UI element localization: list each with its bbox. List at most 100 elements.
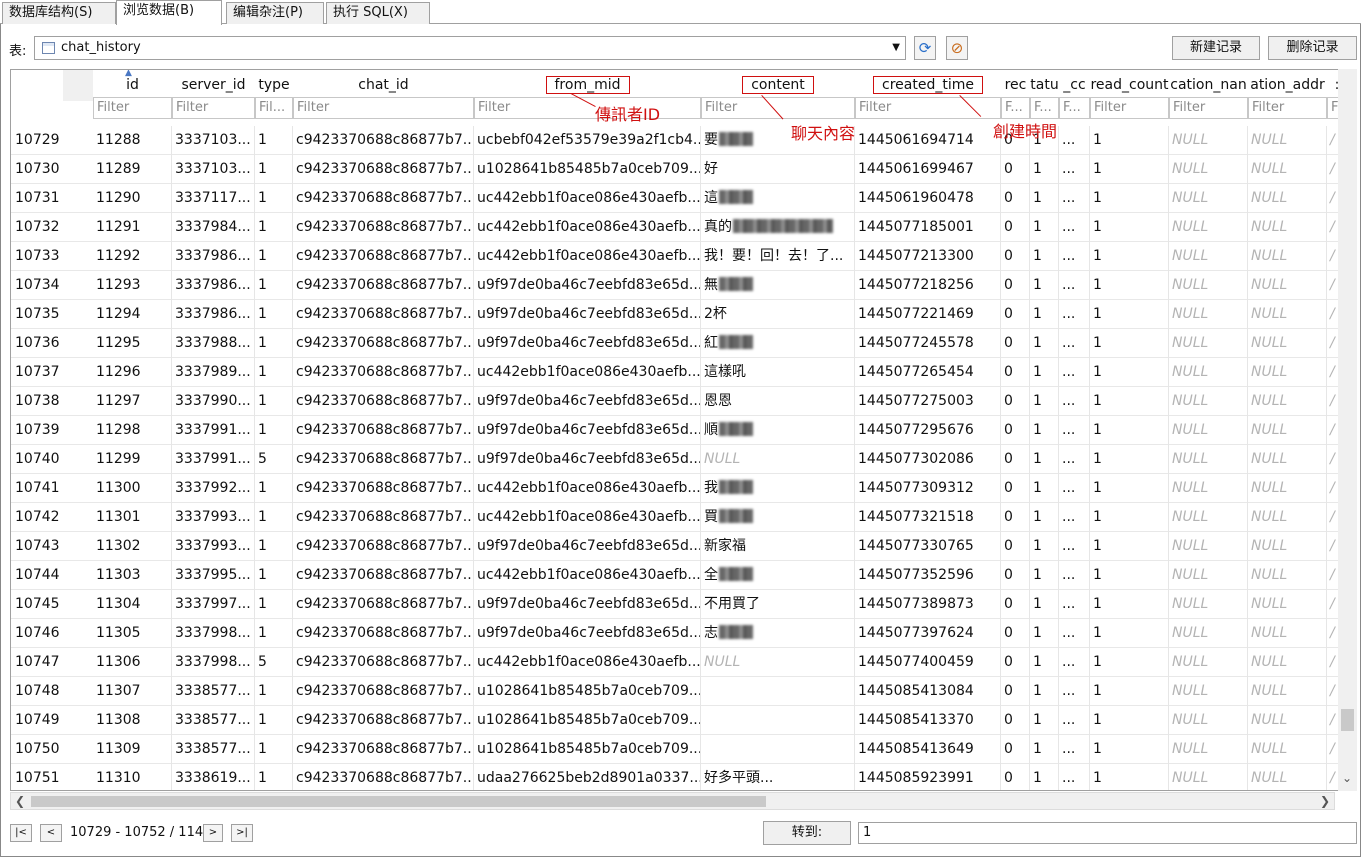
table-cell[interactable]: 0 <box>1001 300 1030 329</box>
table-cell[interactable]: c9423370688c86877b7... <box>293 590 474 619</box>
table-cell[interactable]: NULL <box>1248 329 1327 358</box>
horizontal-scrollbar[interactable]: ❮ ❯ <box>10 792 1335 810</box>
table-row[interactable]: 10745 11304 3337997... 1 c9423370688c86877b7… <box>11 590 1356 619</box>
table-cell[interactable]: 恩恩 <box>701 387 855 416</box>
table-cell[interactable]: 1 <box>1030 329 1059 358</box>
table-cell[interactable]: 3337995... <box>172 561 255 590</box>
table-cell[interactable]: NULL <box>1169 590 1248 619</box>
column-header-9[interactable]: _cc <box>1059 70 1090 95</box>
table-cell[interactable]: 11290 <box>93 184 172 213</box>
table-cell[interactable]: c9423370688c86877b7... <box>293 735 474 764</box>
table-cell[interactable]: NULL <box>1248 677 1327 706</box>
horizontal-scroll-thumb[interactable] <box>31 796 766 807</box>
table-cell[interactable]: 1445077309312 <box>855 474 1001 503</box>
table-cell[interactable]: 1 <box>1030 474 1059 503</box>
table-row[interactable]: 10737 11296 3337989... 1 c9423370688c86877b7… <box>11 358 1356 387</box>
table-cell[interactable]: 1 <box>1090 271 1169 300</box>
table-cell[interactable]: 5 <box>255 445 293 474</box>
table-cell[interactable]: 11303 <box>93 561 172 590</box>
filter-input-9[interactable]: F... <box>1059 97 1090 119</box>
filter-input-1[interactable]: Filter <box>172 97 255 119</box>
scroll-left-icon[interactable]: ❮ <box>15 793 25 809</box>
table-cell[interactable]: 3337991... <box>172 445 255 474</box>
table-cell[interactable]: c9423370688c86877b7... <box>293 619 474 648</box>
table-row[interactable]: 10734 11293 3337986... 1 c9423370688c86877b7… <box>11 271 1356 300</box>
table-row[interactable]: 10740 11299 3337991... 5 c9423370688c86877b7… <box>11 445 1356 474</box>
table-cell[interactable]: 1 <box>1090 619 1169 648</box>
table-cell[interactable]: 3337103... <box>172 155 255 184</box>
table-cell[interactable]: 我！要！回！去！了... <box>701 242 855 271</box>
table-cell[interactable]: 1445077245578 <box>855 329 1001 358</box>
column-header-1[interactable]: server_id <box>172 70 255 95</box>
table-cell[interactable]: 11309 <box>93 735 172 764</box>
filter-input-3[interactable]: Filter <box>293 97 474 119</box>
table-cell[interactable]: NULL <box>1248 155 1327 184</box>
table-cell[interactable]: ... <box>1059 474 1090 503</box>
table-cell[interactable]: u9f97de0ba46c7eebfd83e65d... <box>474 445 701 474</box>
table-cell[interactable]: u9f97de0ba46c7eebfd83e65d... <box>474 329 701 358</box>
table-cell[interactable]: 1445077221469 <box>855 300 1001 329</box>
table-cell[interactable]: 11306 <box>93 648 172 677</box>
table-cell[interactable]: 1 <box>1090 706 1169 735</box>
table-cell[interactable]: 1 <box>1090 503 1169 532</box>
table-cell[interactable]: 1 <box>255 271 293 300</box>
table-cell[interactable]: ... <box>1059 329 1090 358</box>
table-cell[interactable]: NULL <box>1248 735 1327 764</box>
table-cell[interactable]: NULL <box>1169 242 1248 271</box>
table-cell[interactable]: 買 <box>701 503 855 532</box>
filter-input-2[interactable]: Fil... <box>255 97 293 119</box>
table-cell[interactable]: uc442ebb1f0ace086e430aefb... <box>474 358 701 387</box>
table-cell[interactable]: 1 <box>1030 358 1059 387</box>
table-cell[interactable]: 0 <box>1001 184 1030 213</box>
table-cell[interactable]: 1445077389873 <box>855 590 1001 619</box>
table-cell[interactable]: uc442ebb1f0ace086e430aefb... <box>474 474 701 503</box>
filter-input-8[interactable]: F... <box>1030 97 1059 119</box>
filter-input-12[interactable]: Filter <box>1248 97 1327 119</box>
table-cell[interactable]: 1 <box>1030 184 1059 213</box>
table-cell[interactable]: 1 <box>1090 184 1169 213</box>
table-cell[interactable]: 3337986... <box>172 271 255 300</box>
table-cell[interactable]: u9f97de0ba46c7eebfd83e65d... <box>474 532 701 561</box>
table-cell[interactable]: 紅 <box>701 329 855 358</box>
table-cell[interactable]: c9423370688c86877b7... <box>293 503 474 532</box>
table-cell[interactable]: NULL <box>1248 300 1327 329</box>
goto-input[interactable]: 1 <box>858 822 1357 844</box>
table-cell[interactable]: 1 <box>255 619 293 648</box>
table-cell[interactable]: 1 <box>1030 764 1059 790</box>
table-cell[interactable]: c9423370688c86877b7... <box>293 474 474 503</box>
table-cell[interactable]: 1 <box>1090 155 1169 184</box>
table-cell[interactable]: u9f97de0ba46c7eebfd83e65d... <box>474 271 701 300</box>
table-cell[interactable]: 1 <box>1030 213 1059 242</box>
table-cell[interactable]: 好多平頭... <box>701 764 855 790</box>
column-header-7[interactable]: rec <box>1001 70 1030 95</box>
table-cell[interactable]: NULL <box>701 648 855 677</box>
table-cell[interactable]: 1445077218256 <box>855 271 1001 300</box>
table-cell[interactable]: 3337986... <box>172 242 255 271</box>
table-cell[interactable]: 1 <box>255 735 293 764</box>
table-cell[interactable]: 0 <box>1001 387 1030 416</box>
column-header-8[interactable]: tatu <box>1030 70 1059 95</box>
table-cell[interactable]: 1445077302086 <box>855 445 1001 474</box>
table-cell[interactable]: NULL <box>701 445 855 474</box>
table-cell[interactable]: 1 <box>1090 561 1169 590</box>
table-cell[interactable]: 1445061694714 <box>855 126 1001 155</box>
table-cell[interactable]: 1 <box>1030 503 1059 532</box>
table-cell[interactable]: 11288 <box>93 126 172 155</box>
table-row[interactable]: 10743 11302 3337993... 1 c9423370688c86877b7… <box>11 532 1356 561</box>
table-cell[interactable]: 3337991... <box>172 416 255 445</box>
filter-input-7[interactable]: F... <box>1001 97 1030 119</box>
table-cell[interactable]: 1 <box>1090 764 1169 790</box>
table-cell[interactable]: NULL <box>1169 619 1248 648</box>
table-cell[interactable]: 1 <box>1090 474 1169 503</box>
column-header-4[interactable]: from_mid <box>474 70 701 95</box>
table-cell[interactable]: 1 <box>255 242 293 271</box>
table-cell[interactable]: 這 <box>701 184 855 213</box>
table-cell[interactable]: NULL <box>1248 532 1327 561</box>
table-cell[interactable]: 3337117... <box>172 184 255 213</box>
table-cell[interactable]: 1 <box>1090 532 1169 561</box>
table-cell[interactable]: NULL <box>1248 764 1327 790</box>
table-cell[interactable]: NULL <box>1169 677 1248 706</box>
table-row[interactable]: 10738 11297 3337990... 1 c9423370688c86877b7… <box>11 387 1356 416</box>
table-row[interactable]: 10736 11295 3337988... 1 c9423370688c86877b7… <box>11 329 1356 358</box>
table-cell[interactable]: 1445077295676 <box>855 416 1001 445</box>
